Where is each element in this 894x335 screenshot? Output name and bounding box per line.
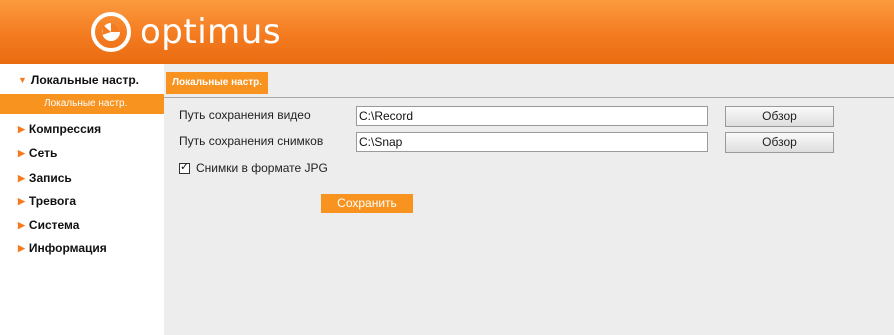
brand-logo: optimus: [90, 10, 281, 54]
sidebar-item-label: Информация: [28, 241, 107, 255]
jpg-checkbox[interactable]: ✓: [179, 160, 190, 174]
sidebar-item-label: Тревога: [28, 194, 77, 208]
chevron-right-icon: ▶: [18, 196, 25, 206]
snapshot-path-label: Путь сохранения снимков: [179, 134, 324, 148]
sidebar-item-local-settings[interactable]: ▼ Локальные настр.: [18, 73, 139, 87]
sidebar-item-information[interactable]: ▶ Информация: [18, 241, 107, 255]
tab-local-settings[interactable]: Локальные настр.: [166, 72, 269, 94]
chevron-right-icon: ▶: [18, 148, 25, 158]
sidebar-item-record[interactable]: ▶ Запись: [18, 171, 72, 185]
jpg-option-row: ✓ Снимки в формате JPG: [179, 160, 328, 176]
sidebar-item-system[interactable]: ▶ Система: [18, 218, 79, 232]
snapshot-browse-button[interactable]: Обзор: [725, 132, 834, 153]
sidebar-item-alarm[interactable]: ▶ Тревога: [18, 194, 76, 208]
chevron-right-icon: ▶: [18, 124, 25, 134]
chevron-right-icon: ▶: [18, 243, 25, 253]
sidebar-item-label: Компрессия: [28, 122, 102, 136]
sidebar-item-label: Запись: [28, 171, 72, 185]
sidebar-item-compression[interactable]: ▶ Компрессия: [18, 122, 101, 136]
jpg-option-label: Снимки в формате JPG: [196, 161, 328, 175]
video-browse-button[interactable]: Обзор: [725, 106, 834, 127]
sidebar: ▼ Локальные настр. Локальные настр. ▶ Комп…: [0, 64, 164, 335]
main-content: Локальные настр. Путь сохранения видео О…: [164, 64, 894, 335]
video-path-input[interactable]: [356, 106, 708, 126]
optimus-logo-icon: [91, 12, 131, 52]
chevron-right-icon: ▶: [18, 173, 25, 183]
sidebar-item-label: Локальные настр.: [30, 73, 139, 87]
brand-name: optimus: [140, 12, 282, 52]
video-path-label: Путь сохранения видео: [179, 108, 311, 122]
sidebar-item-network[interactable]: ▶ Сеть: [18, 146, 57, 160]
sidebar-item-label: Сеть: [28, 146, 58, 160]
sidebar-item-label: Система: [28, 218, 80, 232]
chevron-right-icon: ▶: [18, 220, 25, 230]
tab-bar: Локальные настр.: [164, 72, 894, 98]
checkmark-icon: ✓: [180, 160, 190, 173]
sidebar-subitem-local-settings[interactable]: Локальные настр.: [0, 94, 164, 114]
chevron-down-icon: ▼: [18, 75, 27, 85]
save-button[interactable]: Сохранить: [321, 194, 413, 213]
snapshot-path-input[interactable]: [356, 132, 708, 152]
app-header: optimus: [0, 0, 894, 64]
tab-divider: [164, 97, 894, 98]
